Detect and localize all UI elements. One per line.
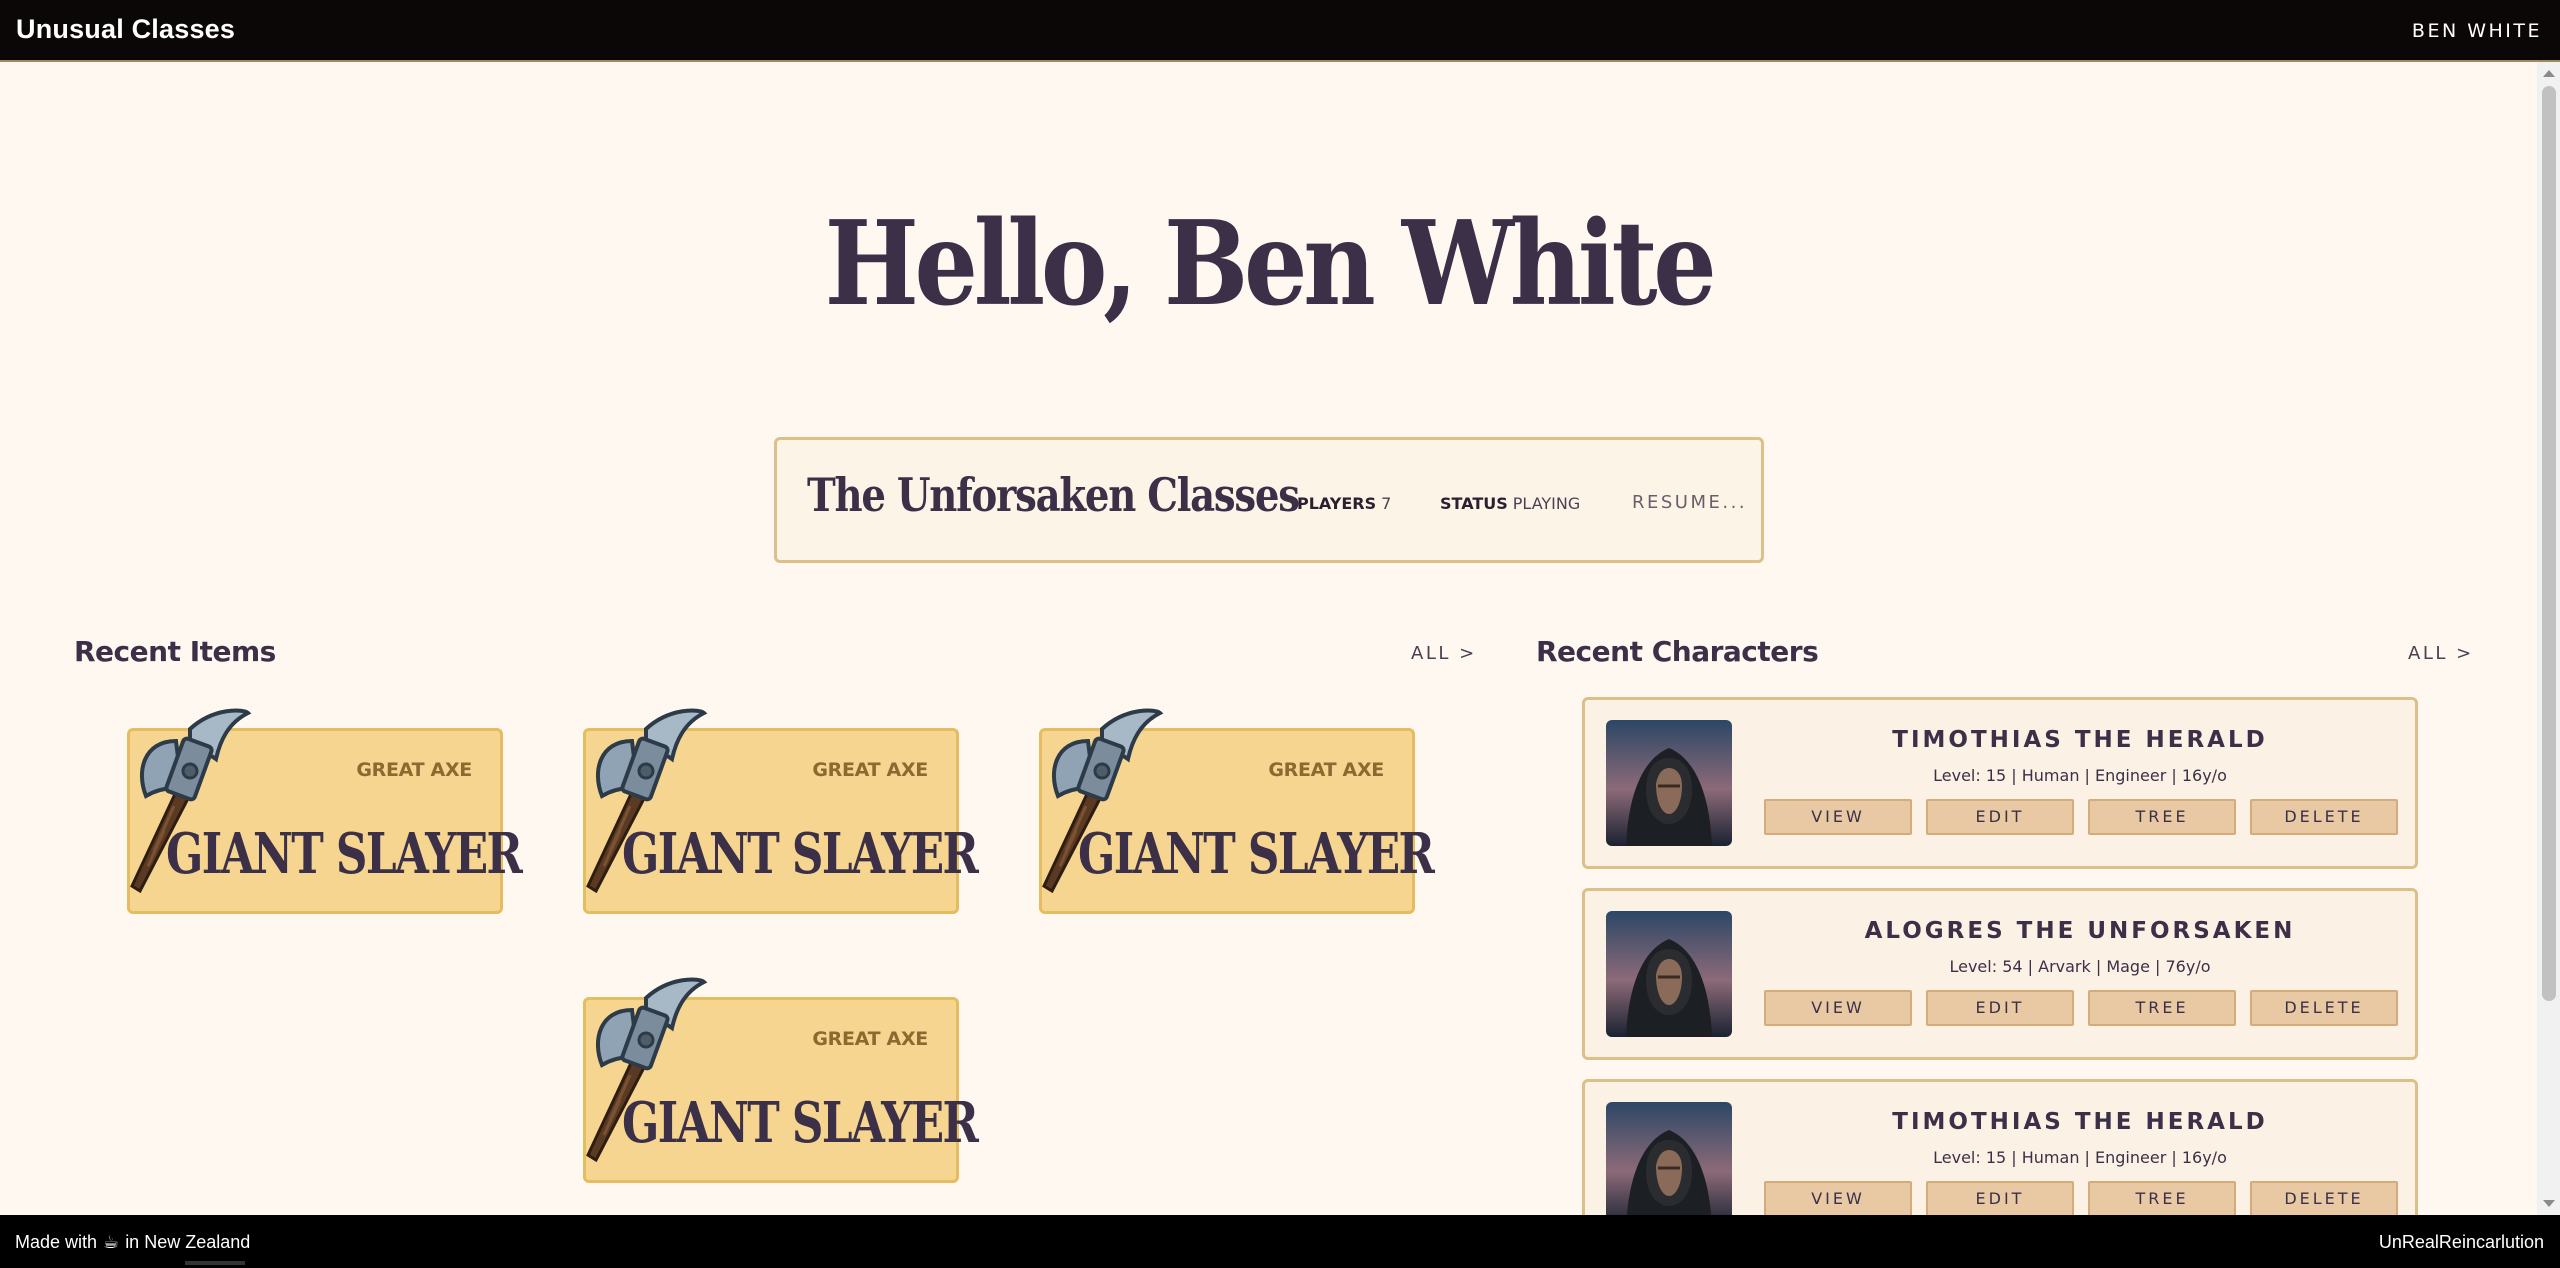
- character-info: Level: 15 | Human | Engineer | 16y/o: [1933, 766, 2227, 785]
- item-name: GIANT SLAYER: [1078, 821, 1435, 887]
- item-type: GREAT AXE: [812, 759, 928, 781]
- recent-characters-title: Recent Characters: [1536, 635, 1819, 668]
- made-with-text: Made with: [15, 1232, 98, 1252]
- character-name: TIMOTHIAS THE HERALD: [1892, 727, 2268, 753]
- item-type: GREAT AXE: [1268, 759, 1384, 781]
- character-portrait: [1606, 911, 1732, 1037]
- footer: Made with ☕ in New Zealand UnRealReincarlu…: [0, 1215, 2560, 1268]
- status-label: STATUS: [1440, 494, 1508, 513]
- item-card[interactable]: GREAT AXE GIANT SLAYER: [127, 708, 523, 914]
- character-card[interactable]: ALOGRES THE UNFORSAKEN Level: 54 | Arvar…: [1582, 888, 2418, 1060]
- character-name: TIMOTHIAS THE HERALD: [1892, 1109, 2268, 1135]
- current-game-card[interactable]: The Unforsaken Classes PLAYERS 7 STATUS PL…: [774, 437, 1764, 563]
- tree-button[interactable]: TREE: [2088, 799, 2236, 835]
- status-value: PLAYING: [1512, 494, 1581, 513]
- scroll-up-arrow-icon[interactable]: [2543, 70, 2555, 77]
- scrollbar-thumb[interactable]: [2542, 86, 2556, 1001]
- edit-button[interactable]: EDIT: [1926, 1181, 2074, 1217]
- recent-items-all-link[interactable]: ALL >: [1411, 643, 1477, 664]
- character-actions: VIEW EDIT TREE DELETE: [1764, 990, 2398, 1026]
- delete-button[interactable]: DELETE: [2250, 1181, 2398, 1217]
- item-name: GIANT SLAYER: [622, 1090, 979, 1156]
- item-name: GIANT SLAYER: [166, 821, 523, 887]
- item-type: GREAT AXE: [356, 759, 472, 781]
- item-card[interactable]: GREAT AXE GIANT SLAYER: [583, 977, 979, 1183]
- location-text: in New Zealand: [125, 1232, 251, 1252]
- players-meta: PLAYERS 7: [1297, 494, 1391, 513]
- footer-made-with: Made with ☕ in New Zealand: [15, 1232, 250, 1253]
- footer-credit[interactable]: UnRealReincarlution: [2379, 1232, 2544, 1253]
- view-button[interactable]: VIEW: [1764, 799, 1912, 835]
- tree-button[interactable]: TREE: [2088, 990, 2236, 1026]
- footer-tab-indicator: [185, 1261, 245, 1265]
- coffee-cup-icon: ☕: [103, 1232, 120, 1253]
- page-scrollbar[interactable]: [2537, 62, 2560, 1215]
- view-button[interactable]: VIEW: [1764, 990, 1912, 1026]
- delete-button[interactable]: DELETE: [2250, 990, 2398, 1026]
- item-card[interactable]: GREAT AXE GIANT SLAYER: [1039, 708, 1435, 914]
- edit-button[interactable]: EDIT: [1926, 799, 2074, 835]
- character-portrait: [1606, 1102, 1732, 1228]
- item-name: GIANT SLAYER: [622, 821, 979, 887]
- edit-button[interactable]: EDIT: [1926, 990, 2074, 1026]
- character-name: ALOGRES THE UNFORSAKEN: [1864, 918, 2296, 944]
- delete-button[interactable]: DELETE: [2250, 799, 2398, 835]
- character-info: Level: 15 | Human | Engineer | 16y/o: [1933, 1148, 2227, 1167]
- user-menu-link[interactable]: BEN WHITE: [2412, 20, 2542, 42]
- scroll-down-arrow-icon[interactable]: [2543, 1200, 2555, 1207]
- recent-items-title: Recent Items: [74, 635, 276, 668]
- item-type: GREAT AXE: [812, 1028, 928, 1050]
- character-card[interactable]: TIMOTHIAS THE HERALD Level: 15 | Human |…: [1582, 697, 2418, 869]
- greeting-title: Hello, Ben White: [824, 196, 1717, 332]
- status-meta: STATUS PLAYING: [1440, 494, 1580, 513]
- top-navbar: Unusual Classes BEN WHITE: [0, 0, 2560, 62]
- character-actions: VIEW EDIT TREE DELETE: [1764, 1181, 2398, 1217]
- view-button[interactable]: VIEW: [1764, 1181, 1912, 1217]
- character-actions: VIEW EDIT TREE DELETE: [1764, 799, 2398, 835]
- players-value: 7: [1381, 494, 1392, 513]
- app-brand[interactable]: Unusual Classes: [16, 14, 235, 45]
- character-info: Level: 54 | Arvark | Mage | 76y/o: [1949, 957, 2211, 976]
- tree-button[interactable]: TREE: [2088, 1181, 2236, 1217]
- item-card[interactable]: GREAT AXE GIANT SLAYER: [583, 708, 979, 914]
- resume-button[interactable]: RESUME...: [1632, 492, 1747, 513]
- recent-characters-all-link[interactable]: ALL >: [2408, 643, 2474, 664]
- players-label: PLAYERS: [1297, 494, 1377, 513]
- game-title: The Unforsaken Classes: [807, 468, 1300, 522]
- character-portrait: [1606, 720, 1732, 846]
